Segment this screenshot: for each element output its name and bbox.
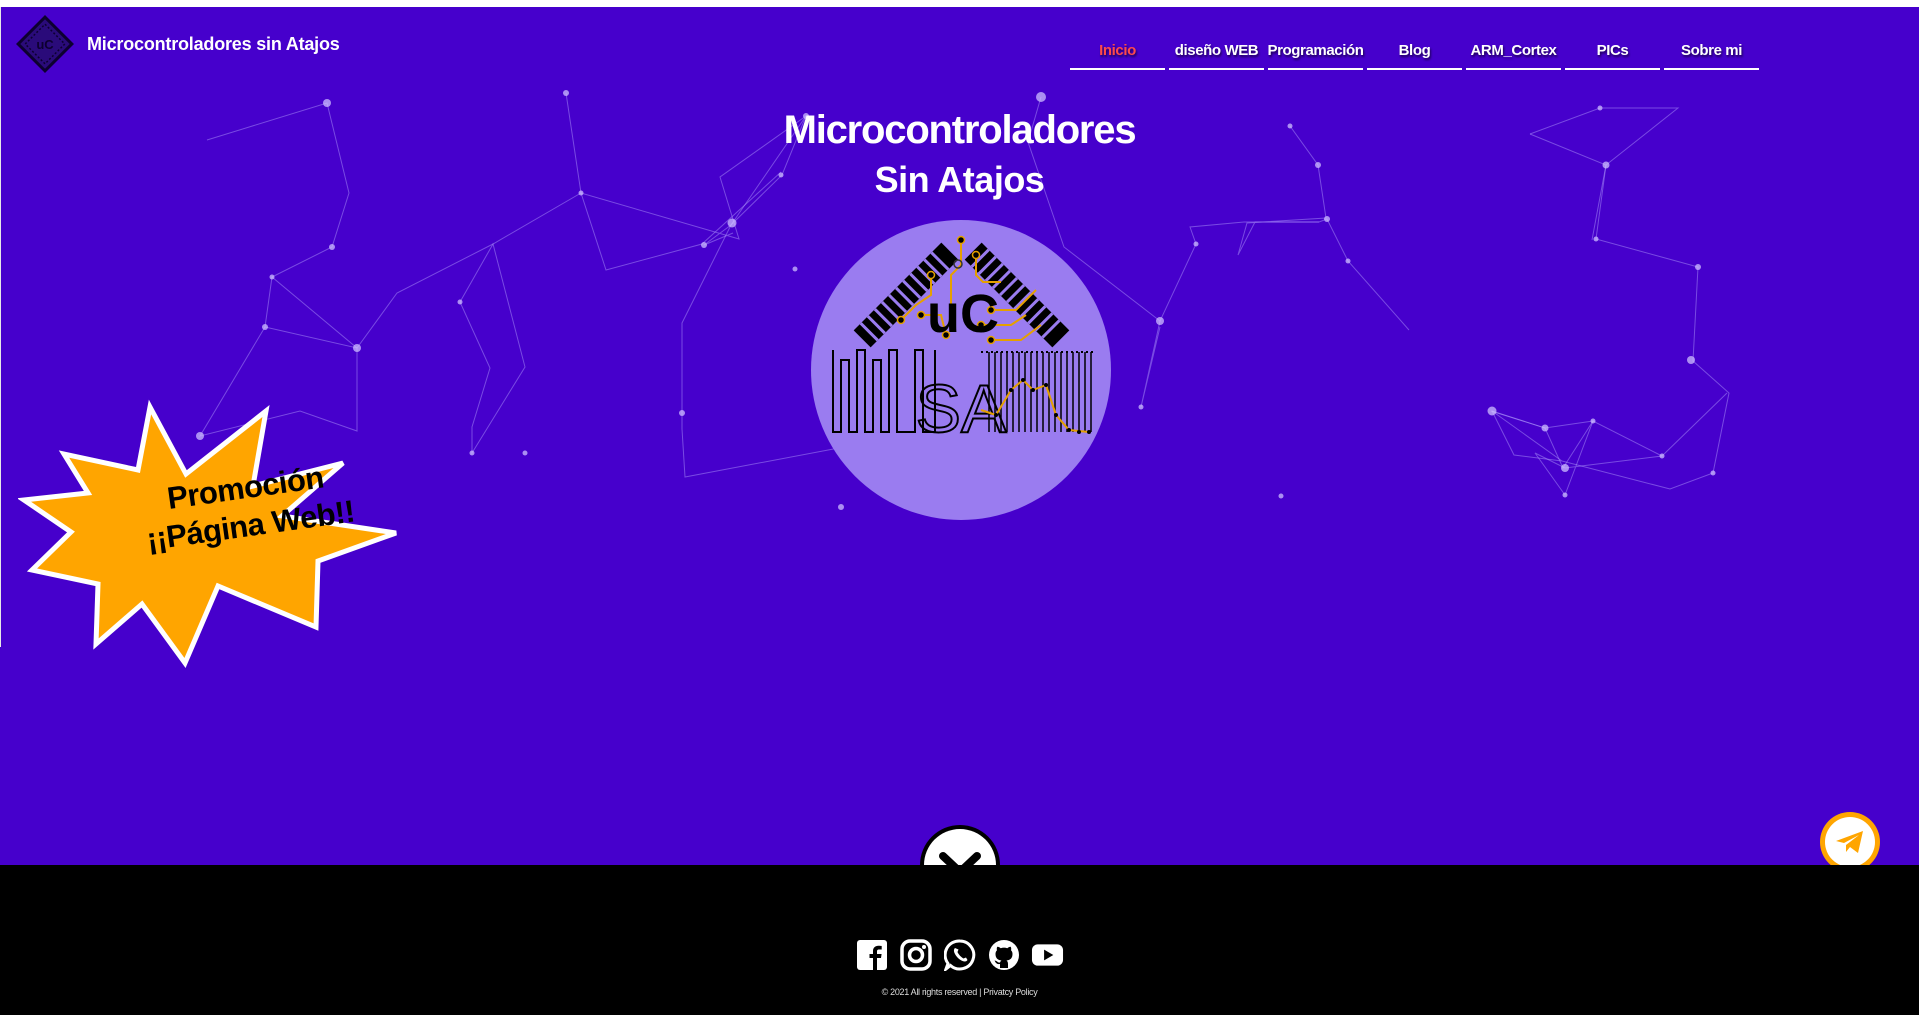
nav-item-diseno-web[interactable]: diseño WEB [1169,33,1264,70]
copyright-text: © 2021 All rights reserved | Privatcy Po… [0,987,1919,997]
hero-title: Microcontroladores [783,108,1137,152]
hero-subtitle: Sin Atajos [874,159,1045,200]
youtube-icon[interactable] [1031,938,1064,971]
nav-item-programacion[interactable]: Programación [1267,33,1364,70]
nav-item-arm-cortex[interactable]: ARM_Cortex [1466,33,1561,70]
main-nav: Inicio diseño WEB Programación Blog ARM_… [1070,33,1759,70]
uc-logo-icon[interactable]: uC [14,13,76,75]
facebook-icon[interactable] [855,938,888,971]
telegram-button[interactable] [1820,812,1880,872]
svg-text:uC: uC [36,37,54,52]
hero-section: uC Microcontroladores sin Atajos Inicio … [0,7,1919,865]
whatsapp-icon[interactable] [943,938,976,971]
instagram-icon[interactable] [899,938,932,971]
brand[interactable]: uC Microcontroladores sin Atajos [14,10,340,78]
telegram-icon [1836,831,1863,853]
nav-item-pics[interactable]: PICs [1565,33,1660,70]
logo-sa-text: SA [916,371,1007,447]
logo-uc-text: uC [927,284,999,344]
telegram-inner [1825,817,1875,867]
hero-logo: uC SA [811,220,1111,520]
github-icon[interactable] [987,938,1020,971]
privacy-policy-link[interactable]: Privatcy Policy [983,987,1037,997]
nav-item-inicio[interactable]: Inicio [1070,33,1165,70]
top-strip [0,0,1919,7]
social-links [855,938,1064,971]
site-title[interactable]: Microcontroladores sin Atajos [87,34,340,55]
copyright-label: © 2021 All rights reserved | [881,987,982,997]
footer: © 2021 All rights reserved | Privatcy Po… [0,865,1919,1015]
promo-burst[interactable]: Promoción ¡¡Página Web!! [16,399,503,669]
nav-item-blog[interactable]: Blog [1367,33,1462,70]
nav-item-sobre-mi[interactable]: Sobre mi [1664,33,1759,70]
